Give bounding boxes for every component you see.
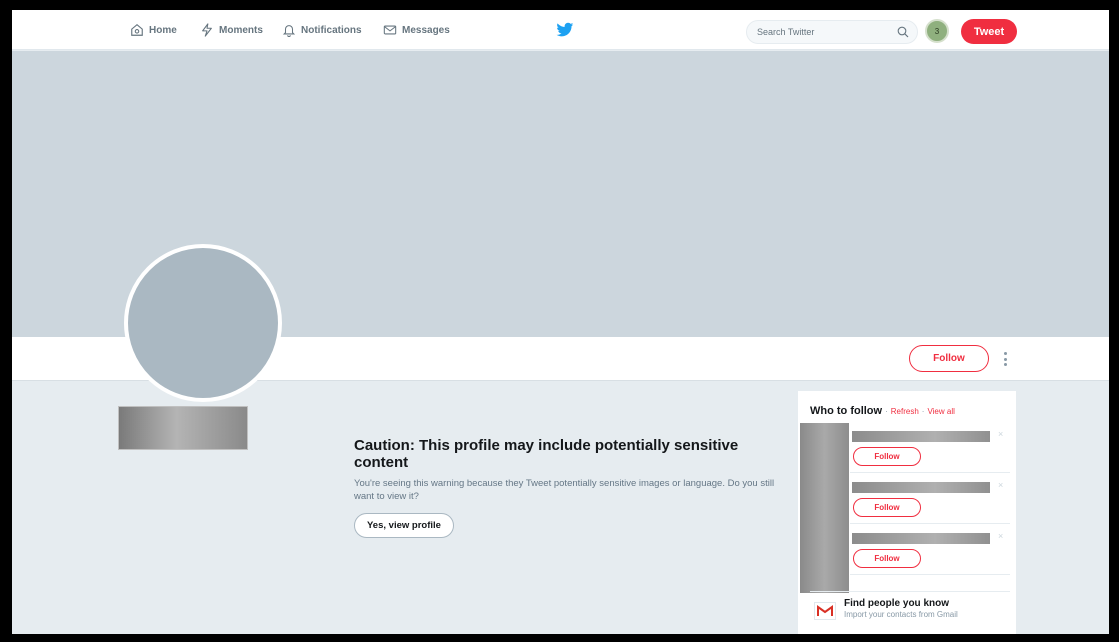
who-to-follow-panel: Who to follow · Refresh · View all × Fol… xyxy=(798,391,1016,634)
bell-icon xyxy=(282,25,296,37)
nav-messages-label: Messages xyxy=(402,24,450,36)
lightning-icon xyxy=(202,23,212,37)
nav-notifications-label: Notifications xyxy=(301,24,362,36)
suggestion-avatars-redacted xyxy=(800,423,849,593)
who-to-follow-header: Who to follow · Refresh · View all xyxy=(810,405,955,417)
nav-home[interactable]: Home xyxy=(130,10,177,50)
who-to-follow-title: Who to follow xyxy=(810,405,883,417)
separator: · xyxy=(921,407,925,416)
nav-moments[interactable]: Moments xyxy=(200,10,263,50)
suggestion-follow-button[interactable]: Follow xyxy=(853,549,921,568)
dismiss-icon[interactable]: × xyxy=(998,429,1003,439)
separator: · xyxy=(885,407,888,416)
caution-text: You're seeing this warning because they … xyxy=(354,478,775,502)
caution-title: Caution: This profile may include potent… xyxy=(354,437,739,471)
sensitive-content-warning: Caution: This profile may include potent… xyxy=(354,437,794,538)
user-avatar[interactable]: 3 xyxy=(925,19,949,43)
nav-home-label: Home xyxy=(149,24,177,36)
nav-notifications[interactable]: Notifications xyxy=(282,10,362,50)
nav-messages[interactable]: Messages xyxy=(383,10,450,50)
suggestion-item: × Follow xyxy=(850,525,1010,575)
find-people-link[interactable]: Find people you know Import your contact… xyxy=(810,591,1010,627)
suggestion-follow-button[interactable]: Follow xyxy=(853,447,921,466)
search-input[interactable] xyxy=(747,21,887,43)
twitter-bird-icon[interactable] xyxy=(556,22,574,38)
gmail-icon xyxy=(814,602,836,620)
refresh-link[interactable]: Refresh xyxy=(891,407,919,416)
profile-name-redacted xyxy=(118,406,248,450)
suggestion-name-redacted xyxy=(852,482,990,493)
suggestion-follow-button[interactable]: Follow xyxy=(853,498,921,517)
dismiss-icon[interactable]: × xyxy=(998,531,1003,541)
search-icon[interactable] xyxy=(897,26,909,38)
view-all-link[interactable]: View all xyxy=(927,407,954,416)
suggestion-name-redacted xyxy=(852,431,990,442)
suggestion-item: × Follow xyxy=(850,423,1010,473)
search-box[interactable] xyxy=(746,20,918,44)
avatar-badge: 3 xyxy=(934,26,940,36)
more-dots-icon[interactable] xyxy=(1001,350,1009,368)
view-profile-button[interactable]: Yes, view profile xyxy=(354,513,454,538)
browser-viewport: Home Moments Notifications Messages 3 Tw… xyxy=(12,10,1109,634)
profile-avatar xyxy=(124,244,282,402)
home-icon xyxy=(131,24,143,36)
find-people-title: Find people you know xyxy=(844,598,949,609)
suggestion-name-redacted xyxy=(852,533,990,544)
nav-moments-label: Moments xyxy=(219,24,263,36)
follow-button[interactable]: Follow xyxy=(909,345,989,372)
suggestion-item: × Follow xyxy=(850,474,1010,524)
tweet-button[interactable]: Tweet xyxy=(961,19,1017,44)
dismiss-icon[interactable]: × xyxy=(998,480,1003,490)
envelope-icon xyxy=(383,25,397,35)
find-people-subtitle: Import your contacts from Gmail xyxy=(844,610,958,619)
top-navigation-bar: Home Moments Notifications Messages 3 Tw… xyxy=(12,10,1109,50)
